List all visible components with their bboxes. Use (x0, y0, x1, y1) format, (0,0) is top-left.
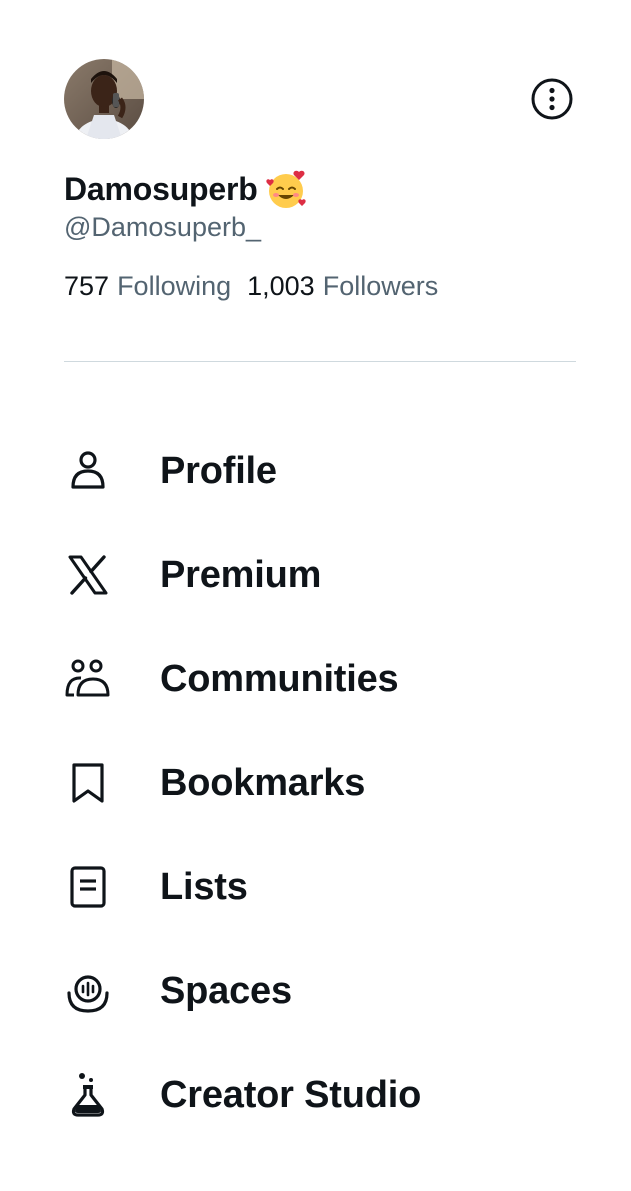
account-drawer: Damosuperb @Damosuperb_ 757 Following 1,… (0, 0, 631, 1191)
follow-stats: 757 Following 1,003 Followers (64, 271, 438, 302)
menu-item-label: Lists (160, 865, 248, 908)
more-options-button[interactable] (528, 75, 576, 123)
avatar[interactable] (64, 59, 144, 139)
list-icon (64, 863, 112, 911)
followers-count: 1,003 (247, 271, 315, 301)
following-link[interactable]: 757 Following (64, 271, 231, 302)
menu-item-spaces[interactable]: Spaces (0, 939, 631, 1043)
menu-item-profile[interactable]: Profile (0, 419, 631, 523)
more-circle-icon (531, 78, 573, 120)
menu-item-label: Profile (160, 449, 277, 492)
avatar-image (64, 59, 144, 139)
menu-item-label: Premium (160, 553, 322, 596)
flask-icon (64, 1071, 112, 1119)
menu-item-lists[interactable]: Lists (0, 835, 631, 939)
display-name[interactable]: Damosuperb (64, 168, 308, 210)
menu-item-creator-studio[interactable]: Creator Studio (0, 1043, 631, 1147)
menu-item-label: Spaces (160, 969, 292, 1012)
followers-label: Followers (322, 271, 439, 301)
drawer-menu: Profile Premium Communities Bookmarks Li… (0, 419, 631, 1147)
user-handle[interactable]: @Damosuperb_ (64, 212, 261, 243)
menu-item-communities[interactable]: Communities (0, 627, 631, 731)
menu-item-label: Creator Studio (160, 1073, 422, 1116)
menu-item-label: Communities (160, 657, 399, 700)
x-logo-icon (64, 551, 112, 599)
followers-link[interactable]: 1,003 Followers (247, 271, 438, 302)
display-name-text: Damosuperb (64, 170, 258, 207)
person-icon (64, 447, 112, 495)
spaces-icon (64, 967, 112, 1015)
smiling-face-with-hearts-icon (265, 170, 306, 208)
communities-icon (64, 655, 112, 703)
menu-item-bookmarks[interactable]: Bookmarks (0, 731, 631, 835)
menu-item-label: Bookmarks (160, 761, 366, 804)
menu-item-premium[interactable]: Premium (0, 523, 631, 627)
bookmark-icon (64, 759, 112, 807)
following-count: 757 (64, 271, 110, 301)
divider (64, 361, 576, 362)
following-label: Following (117, 271, 232, 301)
